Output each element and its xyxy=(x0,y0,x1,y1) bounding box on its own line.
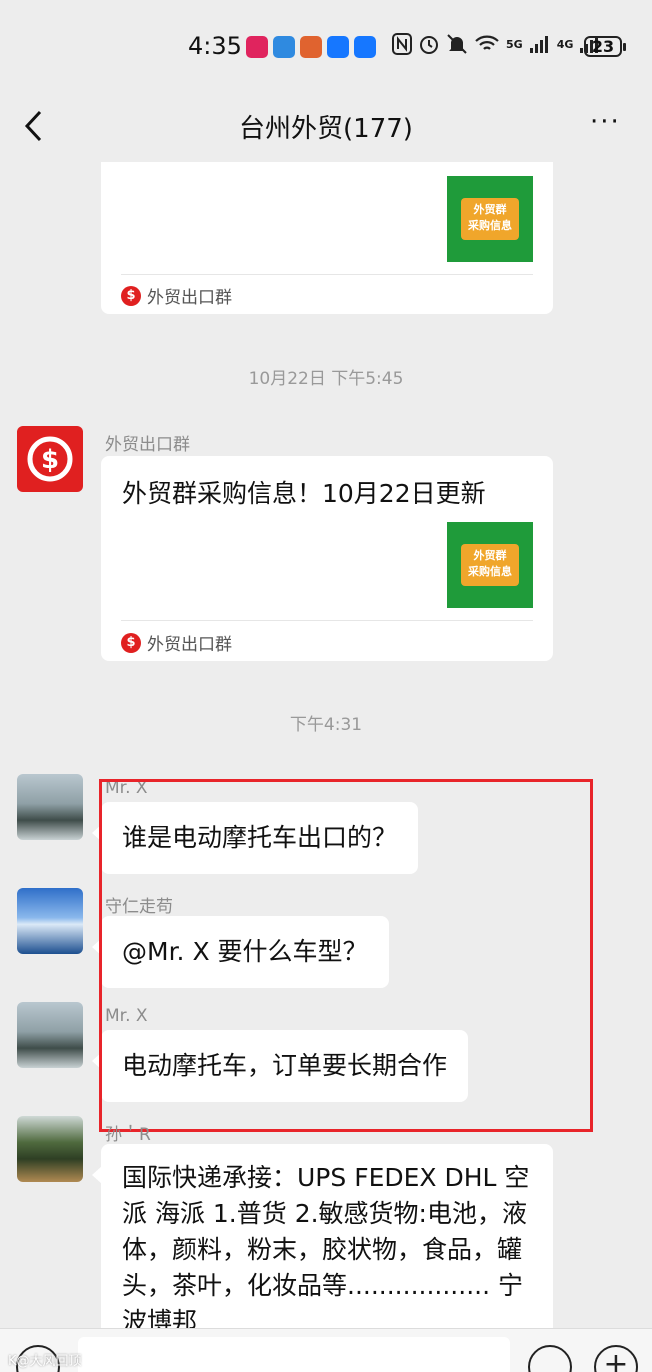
alipay-icon-2 xyxy=(354,36,376,58)
chat-header: 台州外贸(177) ··· xyxy=(0,90,652,162)
alarm-icon xyxy=(420,36,438,54)
message-bubble[interactable]: 谁是电动摩托车出口的？ xyxy=(91,802,419,874)
avatar[interactable] xyxy=(17,1002,83,1068)
emoji-icon[interactable] xyxy=(528,1345,572,1372)
more-icon[interactable]: ··· xyxy=(590,109,626,138)
timestamp: 下午4:31 xyxy=(289,715,363,735)
dollar-icon: $ xyxy=(27,436,73,482)
network-4g-label: 4G xyxy=(556,37,574,51)
card-divider xyxy=(121,620,533,621)
plus-icon[interactable]: + xyxy=(594,1345,638,1372)
message-bubble[interactable]: 国际快递承接：UPS FEDEX DHL 空派 海派 1.普货 2.敏感货物:电… xyxy=(92,1144,553,1328)
status-time: 4:35 xyxy=(188,32,242,60)
sender-name: 外贸出口群 xyxy=(105,435,190,455)
card-thumbnail: 外贸群 采购信息 xyxy=(447,176,533,262)
status-bar: 4:35 5G 4G 23 xyxy=(0,0,652,90)
avatar[interactable] xyxy=(17,774,83,840)
watermark: K@大风回顶 xyxy=(8,1354,82,1369)
battery-indicator: 23 xyxy=(584,36,626,57)
card-divider xyxy=(121,274,533,275)
card-source: $ 外贸出口群 xyxy=(121,283,232,308)
chat-title: 台州外贸(177) xyxy=(239,114,413,144)
weather-icon xyxy=(273,36,295,58)
sender-name: Mr. X xyxy=(105,778,148,798)
timestamp: 10月22日 下午5:45 xyxy=(248,369,404,389)
dollar-icon: $ xyxy=(121,632,141,653)
avatar[interactable] xyxy=(17,1116,83,1182)
avatar[interactable] xyxy=(17,888,83,954)
link-card[interactable]: 外贸群采购信息！10月22日更新 外贸群 采购信息 $ 外贸出口群 xyxy=(101,456,553,661)
card-thumbnail: 外贸群 采购信息 xyxy=(447,522,533,608)
alipay-icon xyxy=(327,36,349,58)
wifi-icon xyxy=(475,35,499,50)
message-input[interactable] xyxy=(78,1337,510,1372)
message-bubble[interactable]: 电动摩托车，订单要长期合作 xyxy=(91,1030,469,1102)
card-title: 外贸群采购信息！10月22日更新 xyxy=(122,479,486,508)
system-icons: 5G 4G xyxy=(392,33,601,55)
thumb-text-line1: 外贸群 xyxy=(473,549,507,562)
thumb-text-line2: 采购信息 xyxy=(468,565,512,578)
card-source: $ 外贸出口群 xyxy=(121,630,232,655)
card-source-label: 外贸出口群 xyxy=(147,288,232,308)
sender-name: 守仁走苟 xyxy=(105,897,173,917)
link-card[interactable]: 外贸群 采购信息 $ 外贸出口群 xyxy=(101,162,553,314)
sender-name: 孙＇R xyxy=(105,1125,151,1145)
nfc-icon xyxy=(392,33,412,55)
chat-messages[interactable]: 外贸群 采购信息 $ 外贸出口群 10月22日 下午5:45 $ 外贸出口群 外… xyxy=(0,162,652,1328)
browser-icon xyxy=(300,36,322,58)
notification-icons xyxy=(246,34,376,60)
thumb-text-line2: 采购信息 xyxy=(468,219,512,232)
input-bar: + xyxy=(0,1328,652,1372)
app-notification-icon xyxy=(246,36,268,58)
signal-icon-1 xyxy=(529,36,548,53)
sender-name: Mr. X xyxy=(105,1006,148,1026)
thumb-text-line1: 外贸群 xyxy=(473,203,507,216)
network-5g-label: 5G xyxy=(506,37,523,51)
dollar-icon: $ xyxy=(121,285,141,306)
message-bubble[interactable]: @Mr. X 要什么车型？ xyxy=(92,916,389,988)
card-source-label: 外贸出口群 xyxy=(147,635,232,655)
avatar[interactable]: $ xyxy=(17,426,83,492)
svg-text:$: $ xyxy=(41,445,59,475)
mute-icon xyxy=(447,34,467,54)
